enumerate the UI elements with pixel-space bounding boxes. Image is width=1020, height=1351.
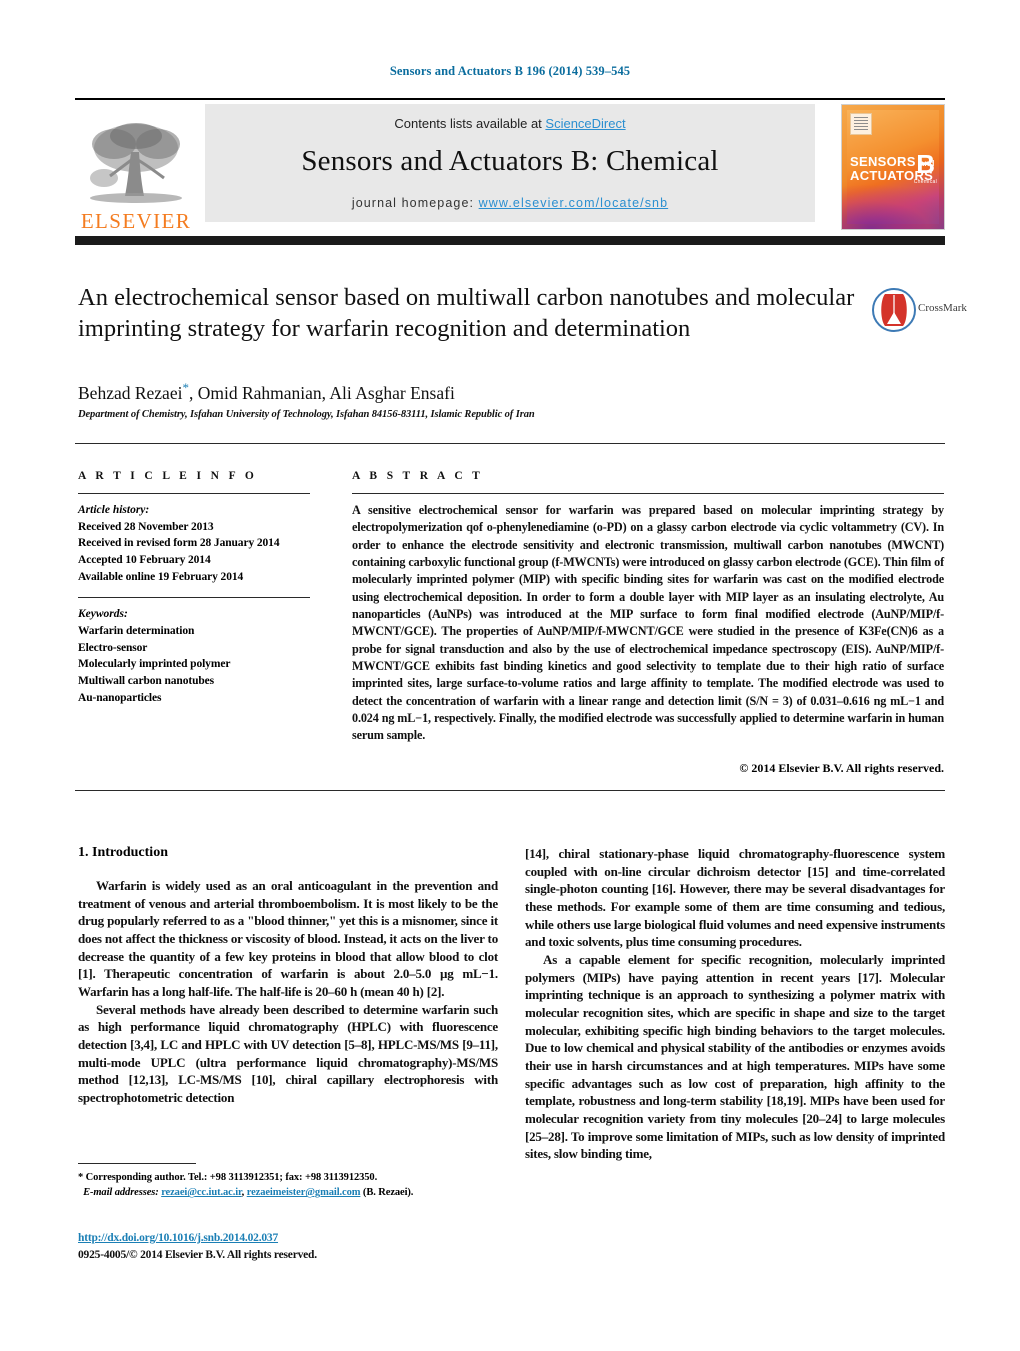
email-suffix: (B. Rezaei). — [360, 1187, 414, 1199]
abstract-heading: A B S T R A C T — [352, 470, 484, 482]
article-info-rule — [78, 493, 310, 494]
email-link-secondary[interactable]: rezaeimeister@gmail.com — [247, 1187, 361, 1198]
intro-paragraph-1: Warfarin is widely used as an oral antic… — [78, 878, 498, 1000]
homepage-prefix: journal homepage: — [351, 196, 479, 210]
page-title: An electrochemical sensor based on multi… — [78, 284, 855, 343]
keyword-item: Electro-sensor — [78, 641, 148, 654]
article-history-label: Article history: — [78, 504, 150, 516]
article-info-heading: A R T I C L E I N F O — [78, 470, 258, 482]
title-block: An electrochemical sensor based on multi… — [78, 282, 868, 345]
cover-line1: SENSORS — [850, 154, 916, 169]
intro-paragraph-3: [14], chiral stationary-phase liquid chr… — [525, 846, 945, 950]
elsevier-tree-icon — [90, 123, 182, 203]
section-heading-introduction: 1. Introduction — [78, 845, 168, 860]
doi-link[interactable]: http://dx.doi.org/10.1016/j.snb.2014.02.… — [78, 1232, 278, 1244]
body-column-right: [14], chiral stationary-phase liquid chr… — [525, 845, 945, 1163]
running-head: Sensors and Actuators B 196 (2014) 539–5… — [389, 64, 631, 78]
homepage-line: journal homepage: www.elsevier.com/locat… — [205, 196, 815, 210]
intro-paragraph-4: As a capable element for specific recogn… — [525, 952, 945, 1162]
abstract-copyright: © 2014 Elsevier B.V. All rights reserved… — [739, 760, 944, 775]
abstract-rule — [352, 493, 944, 494]
sciencedirect-link[interactable]: ScienceDirect — [545, 116, 625, 131]
keyword-item: Warfarin determination — [78, 625, 195, 638]
elsevier-wordmark: ELSEVIER — [80, 209, 192, 233]
cover-splash — [842, 185, 944, 229]
email-link-primary[interactable]: rezaei@cc.iut.ac.ir — [161, 1187, 242, 1198]
keywords-label: Keywords: — [78, 608, 128, 621]
journal-banner: ELSEVIER Contents lists available at Sci… — [75, 104, 945, 232]
contents-prefix: Contents lists available at — [394, 116, 546, 131]
top-rule — [75, 98, 945, 100]
issn-copyright: 0925-4005/© 2014 Elsevier B.V. All right… — [78, 1248, 317, 1261]
footnote-emails: E-mail addresses: rezaei@cc.iut.ac.ir, r… — [78, 1185, 498, 1200]
cover-elsevier-badge-icon — [850, 113, 872, 135]
author-list: Behzad Rezaei*, Omid Rahmanian, Ali Asgh… — [78, 380, 455, 404]
history-accepted: Accepted 10 February 2014 — [78, 554, 211, 567]
email-label: E-mail addresses: — [83, 1187, 159, 1199]
mid-rule — [75, 443, 945, 444]
paper-page: Sensors and Actuators B 196 (2014) 539–5… — [0, 0, 1020, 1351]
author-corresponding: Behzad Rezaei — [78, 382, 183, 403]
history-received: Received 28 November 2013 — [78, 520, 214, 533]
authors-rest: , Omid Rahmanian, Ali Asghar Ensafi — [188, 382, 455, 403]
crossmark-icon — [872, 288, 916, 332]
history-revised: Received in revised form 28 January 2014 — [78, 537, 280, 550]
footnote-rule — [78, 1163, 196, 1164]
cover-subtitle: Chemical — [913, 179, 937, 185]
journal-homepage-link[interactable]: www.elsevier.com/locate/snb — [479, 196, 669, 210]
keyword-item: Au-nanoparticles — [78, 691, 162, 704]
abstract-column: A B S T R A C T A sensitive electrochemi… — [352, 470, 944, 776]
bottom-rule — [75, 790, 945, 791]
contents-line: Contents lists available at ScienceDirec… — [205, 104, 815, 131]
affiliation: Department of Chemistry, Isfahan Univers… — [78, 409, 535, 420]
footer-doi-block: http://dx.doi.org/10.1016/j.snb.2014.02.… — [78, 1228, 498, 1263]
elsevier-logo[interactable]: ELSEVIER — [75, 104, 197, 232]
keyword-item: Multiwall carbon nanotubes — [78, 675, 215, 688]
crossmark-label: CrossMark — [918, 302, 967, 314]
crossmark-badge[interactable]: CrossMark — [872, 288, 968, 334]
cover-volume-letter: B — [916, 149, 935, 179]
keyword-item: Molecularly imprinted polymer — [78, 658, 231, 671]
history-online: Available online 19 February 2014 — [78, 570, 244, 583]
banner-black-band — [75, 236, 945, 245]
journal-cover-thumbnail[interactable]: SENSORS and ACTUATORS B Chemical — [841, 104, 945, 230]
body-column-left: 1. Introduction Warfarin is widely used … — [78, 845, 498, 1107]
corresponding-author-footnote: * Corresponding author. Tel.: +98 311391… — [78, 1163, 498, 1200]
intro-paragraph-2: Several methods have already been descri… — [78, 1001, 498, 1106]
footnote-corresponding: * Corresponding author. Tel.: +98 311391… — [78, 1172, 378, 1183]
keywords-rule — [78, 597, 310, 599]
journal-title: Sensors and Actuators B: Chemical — [301, 145, 719, 177]
article-info-column: A R T I C L E I N F O Article history: R… — [78, 470, 310, 706]
abstract-text: A sensitive electrochemical sensor for w… — [352, 503, 944, 743]
banner-center: Contents lists available at ScienceDirec… — [205, 104, 815, 222]
